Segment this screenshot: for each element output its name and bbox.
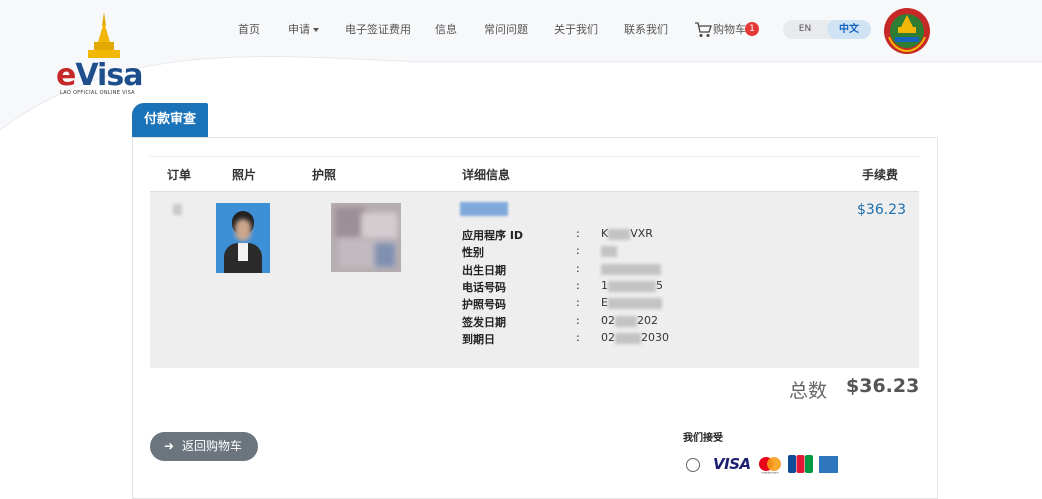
field-colon: :	[576, 296, 580, 309]
jcb-logo-icon	[788, 455, 813, 473]
nav-apply[interactable]: 申请	[288, 20, 319, 40]
nav-fees[interactable]: 电子签证费用	[345, 20, 411, 40]
nav-home[interactable]: 首页	[238, 20, 260, 40]
language-toggle[interactable]: EN 中文	[783, 20, 871, 39]
redaction	[608, 280, 656, 292]
passport-blur-d	[375, 243, 395, 267]
amex-logo-icon	[819, 456, 838, 473]
evisa-logo[interactable]: eVisa LAO OFFICIAL ONLINE VISA	[54, 12, 154, 96]
visa-logo-icon: VISA	[713, 455, 751, 473]
payment-method-radio[interactable]	[686, 458, 700, 472]
photo-face	[235, 219, 251, 241]
value-visible-part: 2030	[641, 331, 669, 344]
photo-collar	[238, 243, 248, 261]
field-label-gender: 性别	[462, 246, 484, 259]
accepted-payments-label: 我们接受	[683, 433, 723, 444]
arrow-left-icon: ➜	[164, 439, 175, 453]
value-visible-part: K	[601, 227, 609, 240]
order-number-redacted	[173, 204, 182, 215]
value-visible-part: 1	[601, 279, 608, 292]
field-label-passport-no: 护照号码	[462, 298, 506, 311]
field-colon: :	[576, 314, 580, 327]
redaction	[608, 228, 631, 240]
field-value-phone: 15	[601, 279, 663, 292]
logo-subtitle: LAO OFFICIAL ONLINE VISA	[60, 90, 135, 96]
nav-cart[interactable]: 购物车 1	[694, 20, 760, 40]
nav-contact[interactable]: 联系我们	[624, 20, 668, 40]
cart-icon	[695, 22, 712, 37]
laos-emblem-icon	[884, 8, 930, 54]
nav-about[interactable]: 关于我们	[554, 20, 598, 40]
total-label: 总数	[789, 380, 828, 402]
item-fee: $36.23	[857, 202, 906, 218]
field-label-expiry: 到期日	[462, 333, 495, 346]
redaction	[607, 297, 662, 309]
column-order: 订单	[167, 168, 192, 182]
field-value-passport-no: E	[601, 296, 662, 309]
value-visible-part: 02	[601, 314, 615, 327]
mastercard-wordmark: mastercard	[761, 471, 778, 475]
applicant-name-redacted	[460, 202, 508, 216]
value-visible-part: E	[601, 296, 608, 309]
passport-blur-b	[361, 213, 397, 239]
value-visible-part: 02	[601, 331, 615, 344]
cart-label: 购物车	[713, 23, 746, 36]
redaction	[615, 315, 637, 327]
total-amount: $36.23	[846, 375, 920, 397]
column-photo: 照片	[232, 168, 257, 182]
lang-zh-option[interactable]: 中文	[827, 20, 871, 39]
field-colon: :	[576, 279, 580, 292]
nav-apply-label: 申请	[288, 23, 310, 36]
back-button-label: 返回购物车	[182, 439, 243, 453]
field-label-phone: 电话号码	[462, 281, 506, 294]
cart-count-badge: 1	[745, 22, 759, 36]
redaction	[601, 263, 661, 275]
field-colon: :	[576, 262, 580, 275]
chevron-down-icon	[313, 28, 319, 32]
field-value-dob	[601, 262, 661, 275]
column-fee: 手续费	[862, 168, 899, 182]
mastercard-logo-icon: mastercard	[759, 457, 781, 475]
back-to-cart-button[interactable]: ➜ 返回购物车	[150, 432, 258, 461]
field-value-issue-date: 02 202	[601, 314, 658, 327]
nav-info[interactable]: 信息	[435, 20, 457, 40]
field-colon: :	[576, 331, 580, 344]
redaction	[615, 332, 641, 344]
field-colon: :	[576, 227, 580, 240]
value-visible-part: 202	[637, 314, 658, 327]
redaction	[601, 245, 617, 257]
field-value-app-id: K VXR	[601, 227, 653, 240]
field-value-gender	[601, 244, 617, 257]
field-label-issue-date: 签发日期	[462, 316, 506, 329]
lang-en-option[interactable]: EN	[783, 20, 827, 39]
table-header	[150, 156, 919, 192]
field-value-expiry: 02 2030	[601, 331, 669, 344]
stupa-icon	[88, 12, 120, 58]
payment-review-tab: 付款审查	[132, 103, 208, 137]
applicant-photo[interactable]	[216, 203, 270, 273]
column-details: 详细信息	[462, 168, 511, 182]
column-passport: 护照	[312, 168, 337, 182]
field-colon: :	[576, 244, 580, 257]
logo-wordmark: eVisa	[56, 58, 143, 93]
field-label-app-id: 应用程序 ID	[462, 229, 524, 242]
passport-scan[interactable]	[331, 203, 401, 272]
field-label-dob: 出生日期	[462, 264, 506, 277]
nav-faq[interactable]: 常问问题	[484, 20, 528, 40]
value-visible-part: VXR	[630, 227, 653, 240]
value-visible-part: 5	[656, 279, 663, 292]
